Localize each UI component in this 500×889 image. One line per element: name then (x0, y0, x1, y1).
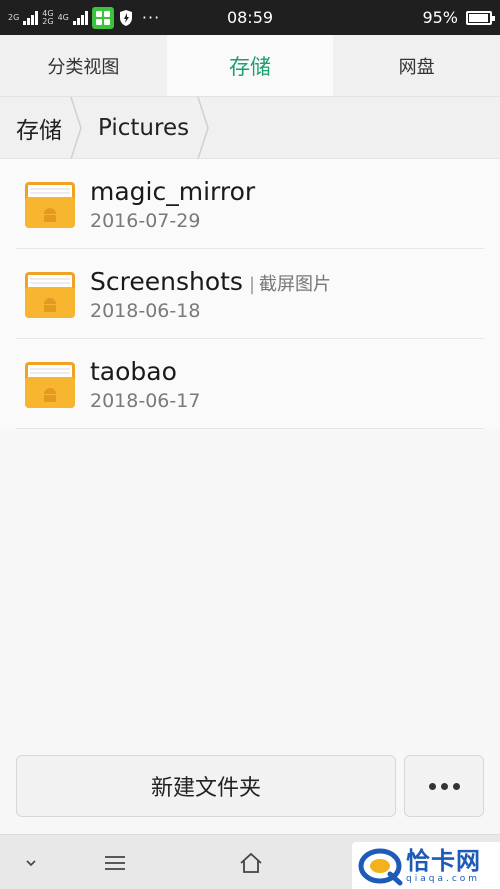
alias-separator: | (248, 273, 256, 295)
breadcrumb-separator-icon (70, 96, 82, 159)
file-date: 2016-07-29 (90, 209, 201, 232)
folder-icon (25, 272, 75, 318)
more-button[interactable] (404, 755, 484, 817)
tab-cloud-drive[interactable]: 网盘 (333, 35, 500, 96)
nav-home-button[interactable] (233, 845, 269, 881)
list-item[interactable]: magic_mirror 2016-07-29 (0, 159, 500, 249)
breadcrumb-item-pictures[interactable]: Pictures (82, 96, 209, 159)
site-watermark: 恰卡网 qiaqa.com (352, 842, 500, 889)
network-type-3: 4G (57, 12, 69, 22)
folder-icon (25, 182, 75, 228)
signal-icon-2 (72, 10, 88, 25)
tab-storage[interactable]: 存储 (166, 35, 334, 96)
folder-icon (25, 362, 75, 408)
network-type-2: 4G 2G (42, 8, 54, 26)
home-icon (240, 852, 262, 873)
nav-collapse-button[interactable] (13, 845, 49, 881)
file-name: magic_mirror (90, 176, 256, 206)
list-item[interactable]: taobao 2018-06-17 (0, 339, 500, 429)
breadcrumb-item-storage[interactable]: 存储 (0, 96, 82, 159)
file-manager-screen: 2G 4G 2G 4G ··· 08:59 95% 分类视图 存储 网盘 存储 … (0, 0, 500, 889)
tab-category-view[interactable]: 分类视图 (0, 35, 167, 96)
file-name: taobao (90, 356, 177, 386)
menu-icon (105, 856, 125, 870)
status-bar: 2G 4G 2G 4G ··· 08:59 95% (0, 0, 500, 35)
more-dots-icon (428, 782, 460, 790)
signal-icon (23, 10, 39, 25)
network-type-1: 2G (8, 12, 20, 22)
chevron-down-icon (26, 860, 36, 867)
new-folder-button[interactable]: 新建文件夹 (16, 755, 396, 817)
file-list: magic_mirror 2016-07-29 Screenshots | 截屏… (0, 159, 500, 429)
breadcrumb-separator-icon (197, 96, 209, 159)
battery-icon (466, 10, 495, 25)
file-date: 2018-06-18 (90, 299, 201, 322)
shield-icon (119, 9, 132, 26)
status-right: 95% (422, 8, 495, 27)
status-left: 2G 4G 2G 4G ··· (8, 6, 422, 29)
breadcrumb: 存储 Pictures (0, 96, 500, 159)
file-name: Screenshots (90, 266, 243, 296)
view-tabs: 分类视图 存储 网盘 (0, 35, 500, 97)
watermark-url: qiaqa.com (406, 873, 481, 884)
app-notification-icon (91, 6, 114, 29)
list-item[interactable]: Screenshots | 截屏图片 2018-06-18 (0, 249, 500, 339)
watermark-logo-icon (358, 848, 403, 885)
battery-percent: 95% (422, 8, 458, 27)
nav-menu-button[interactable] (97, 845, 133, 881)
more-notifications-icon: ··· (141, 8, 161, 27)
watermark-text: 恰卡网 (406, 846, 481, 875)
file-date: 2018-06-17 (90, 389, 201, 412)
file-alias: 截屏图片 (259, 273, 332, 295)
